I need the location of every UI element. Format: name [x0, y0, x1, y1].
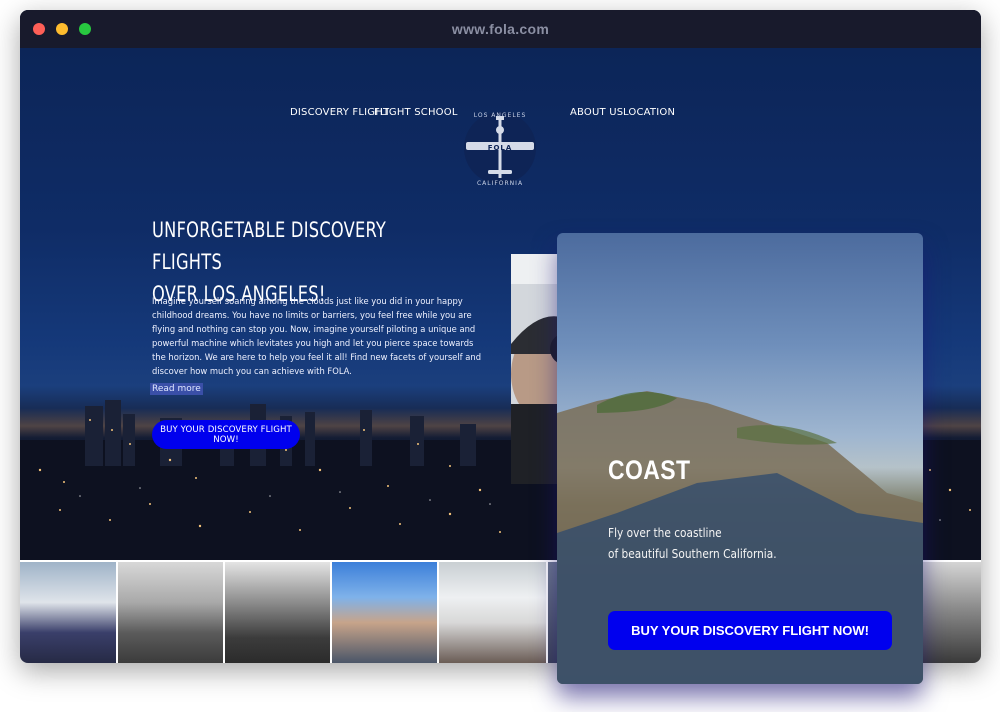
card-description-line-2: of beautiful Southern California.	[608, 547, 777, 561]
logo-top-text: LOS ANGELES	[473, 112, 527, 119]
nav-about-us[interactable]: ABOUT US	[570, 107, 623, 118]
gallery-thumb-1[interactable]	[20, 562, 116, 663]
logo-wing-text: FOLA	[487, 144, 513, 152]
gallery-thumb-4[interactable]	[332, 562, 437, 663]
card-title: COAST	[608, 455, 691, 485]
browser-titlebar: www.fola.com	[20, 10, 981, 48]
gallery-thumb-7[interactable]	[923, 562, 981, 663]
read-more-link[interactable]: Read more	[150, 383, 203, 395]
card-description: Fly over the coastline of beautiful Sout…	[608, 523, 777, 565]
nav-flight-school[interactable]: FLIGHT SCHOOL	[374, 107, 458, 118]
hero-paragraph: Imagine yourself soaring among the cloud…	[152, 296, 482, 376]
coast-feature-card[interactable]: COAST Fly over the coastline of beautifu…	[557, 233, 923, 684]
hero-buy-flight-button[interactable]: BUY YOUR DISCOVERY FLIGHT NOW!	[152, 420, 300, 449]
logo-bottom-text: CALIFORNIA	[476, 180, 524, 187]
gallery-thumb-3[interactable]	[225, 562, 330, 663]
nav-location[interactable]: LOCATION	[623, 107, 675, 118]
card-description-line-1: Fly over the coastline	[608, 526, 722, 540]
card-buy-flight-button[interactable]: BUY YOUR DISCOVERY FLIGHT NOW!	[608, 611, 892, 650]
gallery-thumb-5[interactable]	[439, 562, 546, 663]
hero-title-line-1: UNFORGETABLE DISCOVERY FLIGHTS	[152, 218, 387, 274]
address-bar-url[interactable]: www.fola.com	[20, 21, 981, 37]
gallery-thumb-2[interactable]	[118, 562, 223, 663]
